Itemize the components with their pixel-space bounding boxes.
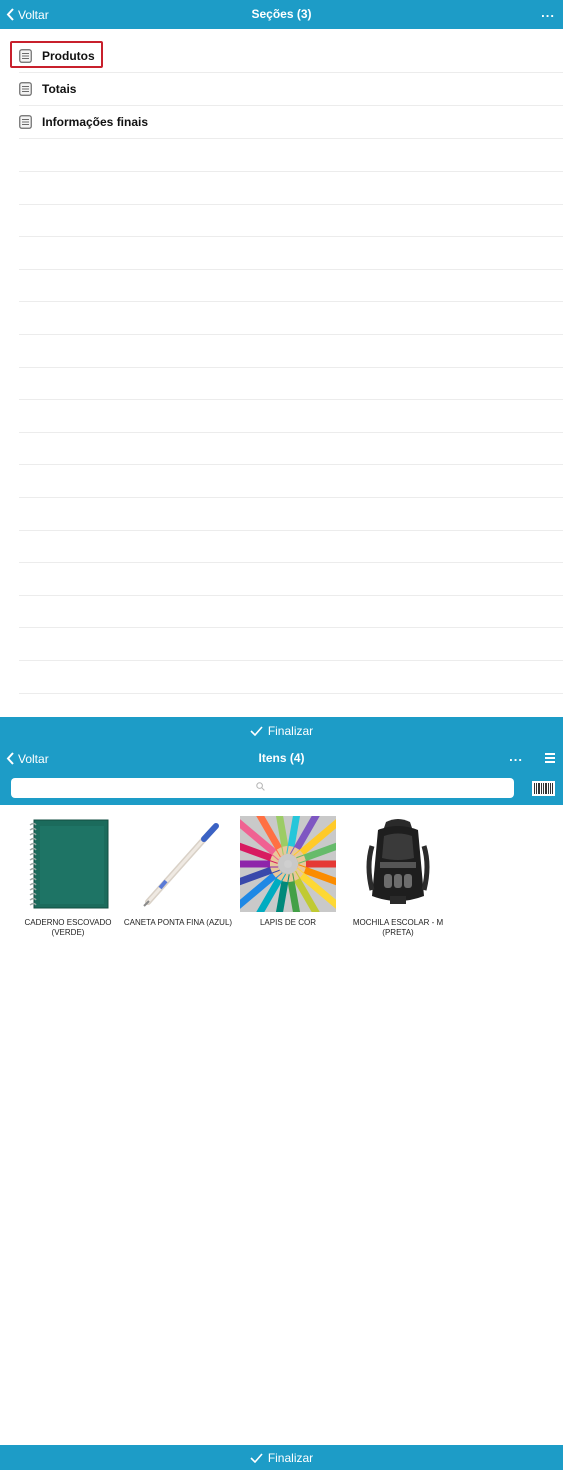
page-title: Seções (3)	[251, 7, 312, 21]
empty-row	[19, 400, 563, 433]
checkmark-icon	[250, 1452, 263, 1463]
barcode-icon	[534, 783, 553, 794]
more-options-button[interactable]: ...	[541, 0, 555, 29]
finish-label: Finalizar	[267, 1450, 314, 1465]
search-input[interactable]	[11, 778, 514, 798]
chevron-left-icon	[6, 8, 14, 21]
finish-button[interactable]: Finalizar	[0, 717, 563, 744]
notebook-image	[20, 816, 116, 912]
pen-image	[130, 816, 226, 912]
section-item-label: Produtos	[42, 49, 95, 63]
empty-row	[19, 204, 563, 238]
section-item-label: Totais	[42, 82, 77, 96]
checkmark-icon	[250, 725, 263, 736]
sections-navbar: Voltar Seções (3) ...	[0, 0, 563, 29]
form-icon	[19, 49, 32, 63]
back-label: Voltar	[18, 7, 49, 22]
section-item-informacoes-finais[interactable]: Informações finais	[19, 106, 563, 139]
section-item-produtos[interactable]: Produtos	[19, 40, 563, 73]
colored-pencils-image	[240, 816, 336, 912]
hamburger-menu-icon[interactable]	[545, 753, 555, 763]
search-bar	[0, 773, 563, 805]
empty-row	[19, 595, 563, 629]
more-options-button[interactable]: ...	[509, 744, 523, 773]
empty-row	[19, 335, 563, 368]
empty-row	[19, 563, 563, 596]
form-icon	[19, 115, 32, 129]
back-button[interactable]: Voltar	[6, 0, 49, 29]
items-navbar: Voltar Itens (4) ...	[0, 744, 563, 773]
section-item-label: Informações finais	[42, 115, 149, 129]
product-name: LAPIS DE COR	[259, 918, 316, 927]
page-title: Itens (4)	[258, 751, 305, 765]
form-icon	[19, 82, 32, 96]
empty-row	[19, 139, 563, 172]
empty-row	[19, 661, 563, 694]
empty-row	[19, 530, 563, 564]
back-button[interactable]: Voltar	[6, 744, 49, 773]
finish-button[interactable]: Finalizar	[0, 1445, 563, 1470]
section-item-totais[interactable]: Totais	[19, 73, 563, 106]
product-name: MOCHILA ESCOLAR - M (PRETA)	[352, 918, 444, 937]
chevron-left-icon	[6, 752, 14, 765]
backpack-image	[350, 816, 446, 912]
empty-row	[19, 269, 563, 303]
barcode-scan-button[interactable]	[532, 781, 555, 796]
items-screen: Voltar Itens (4) ... CADERNO ESCOVADO (V…	[0, 744, 563, 1470]
empty-row	[19, 432, 563, 466]
empty-row	[19, 237, 563, 270]
finish-label: Finalizar	[267, 723, 314, 738]
empty-row	[19, 302, 563, 335]
empty-row	[19, 367, 563, 401]
empty-row	[19, 172, 563, 205]
product-name: CADERNO ESCOVADO (VERDE)	[24, 918, 112, 937]
product-name: CANETA PONTA FINA (AZUL)	[123, 918, 233, 927]
empty-row	[19, 465, 563, 498]
empty-row	[19, 498, 563, 531]
sections-screen: Voltar Seções (3) ... Produtos Totais In…	[0, 0, 563, 744]
back-label: Voltar	[18, 751, 49, 766]
empty-row	[19, 628, 563, 661]
